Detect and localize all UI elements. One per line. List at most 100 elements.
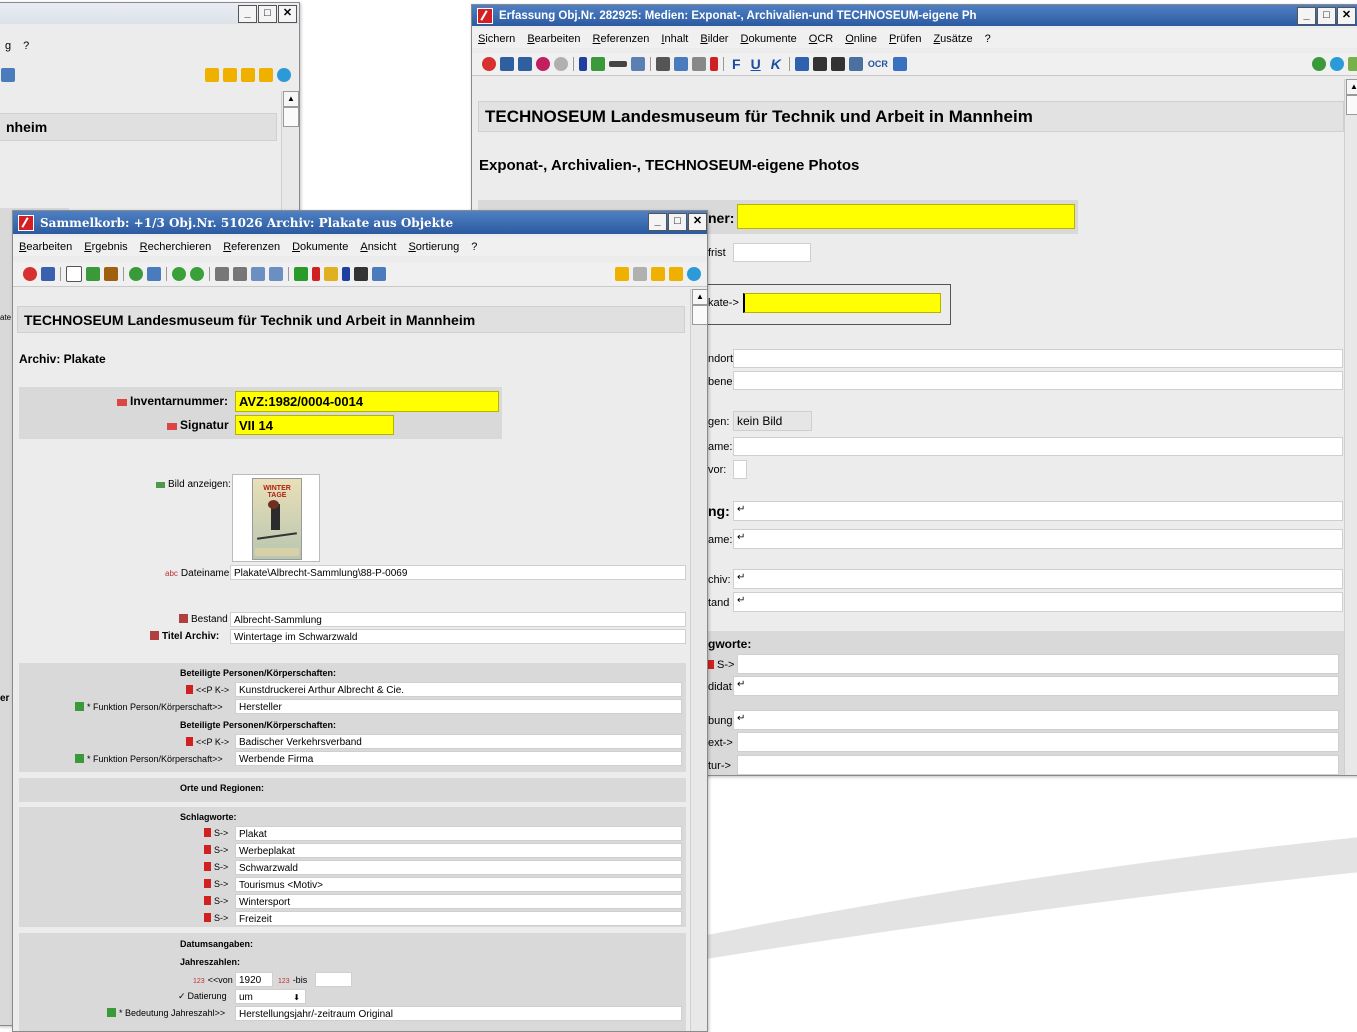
mail-icon[interactable] xyxy=(324,267,338,281)
cart-add-icon[interactable] xyxy=(223,68,237,82)
menu-help[interactable]: ? xyxy=(471,241,477,253)
power-icon[interactable] xyxy=(687,267,701,281)
sort-desc-icon[interactable] xyxy=(233,267,247,281)
cart-view-icon[interactable] xyxy=(669,267,683,281)
schlagwort-input[interactable]: Werbeplakat xyxy=(235,843,682,858)
layout-icon[interactable] xyxy=(812,57,827,71)
name-input[interactable] xyxy=(733,437,1343,456)
close-button[interactable]: ✕ xyxy=(1337,7,1356,25)
standort-input[interactable] xyxy=(733,349,1343,368)
ebene-input[interactable] xyxy=(733,371,1343,390)
power-icon[interactable] xyxy=(1330,57,1344,71)
signatur-input[interactable]: VII 14 xyxy=(235,415,394,435)
menu-sichern[interactable]: Sichern xyxy=(478,33,515,45)
person-input[interactable]: Kunstdruckerei Arthur Albrecht & Cie. xyxy=(235,682,682,697)
menu-recherchieren[interactable]: Recherchieren xyxy=(140,241,212,253)
merge-icon[interactable] xyxy=(251,267,265,281)
poster-thumbnail[interactable]: WINTER TAGE xyxy=(232,474,320,562)
grid-icon[interactable] xyxy=(656,57,670,71)
layout-icon[interactable] xyxy=(354,267,368,281)
redo-icon[interactable] xyxy=(294,267,308,281)
cart-remove-icon[interactable] xyxy=(241,68,255,82)
bold-button[interactable]: F xyxy=(732,56,741,72)
link-icon[interactable] xyxy=(794,57,809,71)
text-input[interactable] xyxy=(737,732,1339,752)
menu-dokumente[interactable]: Dokumente xyxy=(292,241,348,253)
plakate-input[interactable] xyxy=(743,293,941,313)
underline-button[interactable]: U xyxy=(751,56,761,72)
extra-icon[interactable] xyxy=(1348,57,1357,71)
frist-input[interactable] xyxy=(733,243,811,262)
erfassung-scrollbar[interactable]: ▲ xyxy=(1344,79,1357,775)
inventarnummer-input[interactable]: AVZ:1982/0004-0014 xyxy=(235,391,499,412)
bedeutung-input[interactable]: Herstellungsjahr/-zeitraum Original xyxy=(235,1006,682,1021)
beschreibung-input[interactable]: ↵ xyxy=(733,710,1339,730)
titel-input[interactable]: Wintertage im Schwarzwald xyxy=(230,629,686,644)
schlagwort-input[interactable]: Schwarzwald xyxy=(235,860,682,875)
bezeichnung-input[interactable]: ↵ xyxy=(733,501,1343,521)
menu-referenzen[interactable]: Referenzen xyxy=(223,241,280,253)
von-input[interactable]: 1920 xyxy=(235,972,273,987)
bis-input[interactable] xyxy=(315,972,352,987)
minimize-button[interactable]: _ xyxy=(1297,7,1316,25)
users-icon[interactable] xyxy=(1312,57,1326,71)
tree-icon[interactable] xyxy=(591,57,605,71)
bestand-input[interactable]: ↵ xyxy=(733,592,1343,612)
vor-input[interactable] xyxy=(733,460,747,479)
list-icon[interactable] xyxy=(830,57,845,71)
save-close-icon[interactable] xyxy=(518,57,532,71)
delete-icon[interactable] xyxy=(312,267,320,281)
italic-button[interactable]: K xyxy=(771,56,781,72)
schlagwort-input[interactable]: Freizeit xyxy=(235,911,682,926)
bestand-input[interactable]: Albrecht-Sammlung xyxy=(230,612,686,627)
barcode-icon[interactable] xyxy=(609,61,627,67)
archiv-input[interactable]: ↵ xyxy=(733,569,1343,589)
menu-dokumente[interactable]: Dokumente xyxy=(740,33,796,45)
save-icon[interactable] xyxy=(500,57,514,71)
unmerge-icon[interactable] xyxy=(269,267,283,281)
copy-icon[interactable] xyxy=(1,68,15,82)
search-icon[interactable] xyxy=(129,267,143,281)
minimize-button[interactable]: _ xyxy=(648,213,667,231)
settings-icon[interactable] xyxy=(554,57,568,71)
cart-icon[interactable] xyxy=(615,267,629,281)
copy-icon[interactable] xyxy=(372,267,386,281)
schlagwort-input[interactable] xyxy=(737,654,1339,674)
menu-bearbeiten[interactable]: Bearbeiten xyxy=(527,33,580,45)
schlagwort-input[interactable]: Plakat xyxy=(235,826,682,841)
cancel-icon[interactable] xyxy=(23,267,37,281)
menu-referenzen[interactable]: Referenzen xyxy=(593,33,650,45)
sort-asc-icon[interactable] xyxy=(215,267,229,281)
menu-inhalt[interactable]: Inhalt xyxy=(661,33,688,45)
scan-icon[interactable] xyxy=(848,57,863,71)
pin-icon[interactable] xyxy=(342,267,350,281)
menu-sortierung[interactable]: Sortierung xyxy=(408,241,459,253)
filter-icon[interactable] xyxy=(147,267,161,281)
datierung-select[interactable]: um ⬇ xyxy=(235,989,306,1004)
menu-zusaetze[interactable]: Zusätze xyxy=(933,33,972,45)
inventarnummer-input[interactable] xyxy=(737,204,1075,229)
ocr-button[interactable]: OCR xyxy=(868,59,888,69)
cart-remove-icon[interactable] xyxy=(651,267,665,281)
schlagwort-input[interactable]: Tourismus <Motiv> xyxy=(235,877,682,892)
menu-help[interactable]: ? xyxy=(985,33,991,45)
tree-view-icon[interactable] xyxy=(86,267,100,281)
close-button[interactable]: ✕ xyxy=(688,213,707,231)
edit-icon[interactable] xyxy=(41,267,55,281)
back-icon[interactable] xyxy=(172,267,186,281)
sammelkorb-scrollbar[interactable]: ▲ xyxy=(690,289,707,1031)
menu-ansicht[interactable]: Ansicht xyxy=(360,241,396,253)
minimize-button[interactable]: _ xyxy=(238,5,257,23)
cart-icon[interactable] xyxy=(205,68,219,82)
kandidat-input[interactable]: ↵ xyxy=(733,676,1339,696)
copy-icon[interactable] xyxy=(674,57,688,71)
literatur-input[interactable] xyxy=(737,755,1339,775)
forward-icon[interactable] xyxy=(190,267,204,281)
menu-ocr[interactable]: OCR xyxy=(809,33,833,45)
menu-online[interactable]: Online xyxy=(845,33,877,45)
cart-view-icon[interactable] xyxy=(259,68,273,82)
menu-item[interactable]: ? xyxy=(23,40,29,52)
menu-pruefen[interactable]: Prüfen xyxy=(889,33,921,45)
menu-ergebnis[interactable]: Ergebnis xyxy=(84,241,127,253)
menu-bearbeiten[interactable]: Bearbeiten xyxy=(19,241,72,253)
